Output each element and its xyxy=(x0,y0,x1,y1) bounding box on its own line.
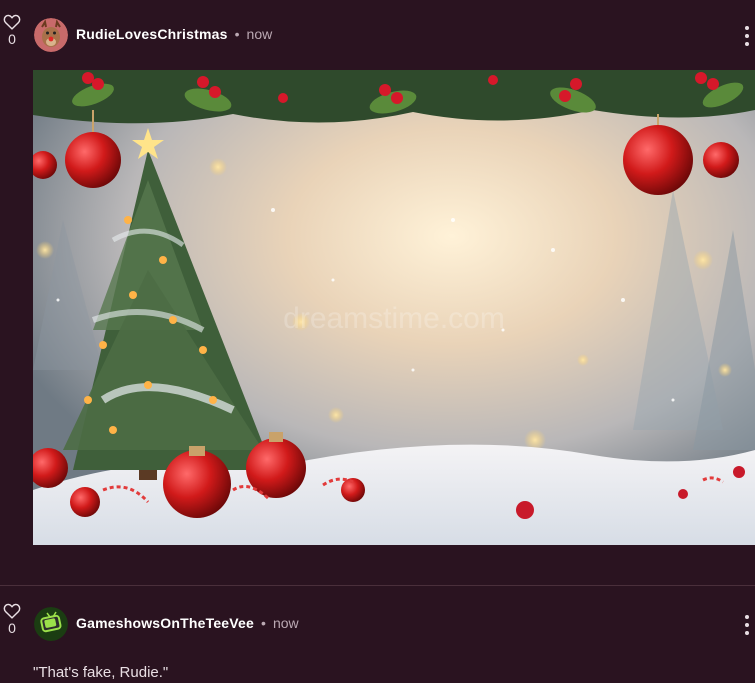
watermark-text: dreamstime.com xyxy=(283,302,505,335)
heart-icon[interactable] xyxy=(3,14,21,30)
avatar[interactable] xyxy=(34,607,68,641)
username[interactable]: GameshowsOnTheTeeVee xyxy=(76,615,254,631)
post-image[interactable]: dreamstime.com xyxy=(33,70,755,545)
post-divider xyxy=(0,585,755,586)
christmas-tree-image: dreamstime.com xyxy=(33,70,755,545)
reindeer-avatar-icon xyxy=(34,18,68,52)
timestamp: now xyxy=(272,615,299,631)
kebab-menu-icon[interactable] xyxy=(743,26,751,46)
post-gameshowsontheteevee: 0 GameshowsOnTheTeeVee • now "That's fak… xyxy=(0,590,755,683)
post-text: "That's fake, Rudie." xyxy=(33,664,169,681)
heart-icon[interactable] xyxy=(3,603,21,619)
separator: • xyxy=(234,26,240,42)
like-column: 0 xyxy=(2,603,22,635)
like-count: 0 xyxy=(8,31,16,47)
avatar[interactable] xyxy=(34,18,68,52)
post-header: RudieLovesChristmas • now xyxy=(76,26,272,42)
like-column: 0 xyxy=(2,14,22,46)
post-header: GameshowsOnTheTeeVee • now xyxy=(76,615,299,631)
tv-avatar-icon xyxy=(34,607,68,641)
separator: • xyxy=(261,615,266,631)
like-count: 0 xyxy=(8,620,16,636)
username[interactable]: RudieLovesChristmas xyxy=(76,26,228,42)
kebab-menu-icon[interactable] xyxy=(743,615,751,635)
post-rudielovechristmas: 0 RudieLovesChristmas • now dreamstime.c… xyxy=(0,0,755,585)
timestamp: now xyxy=(246,26,273,42)
